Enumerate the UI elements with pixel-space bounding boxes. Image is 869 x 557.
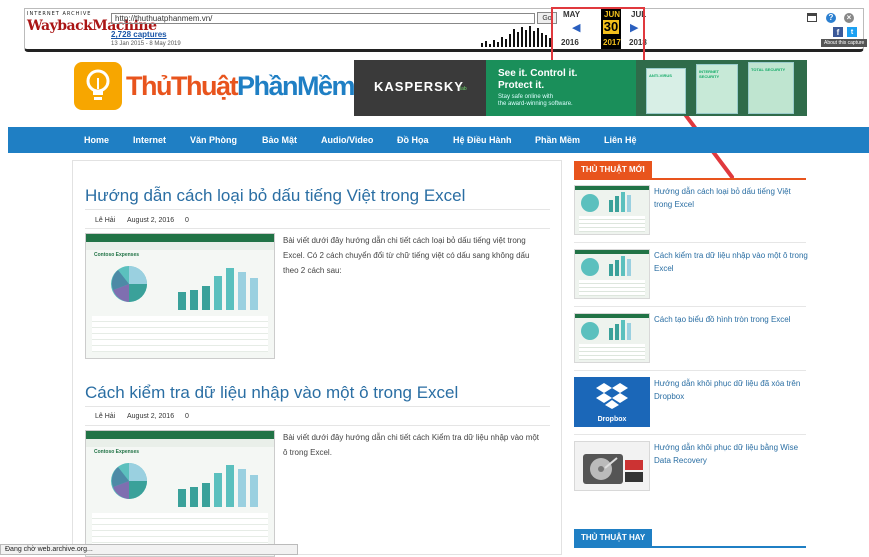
ad-products-panel: ANTI-VIRUS INTERNET SECURITY TOTAL SECUR…: [636, 60, 807, 116]
sidebar-item[interactable]: Cách tạo biểu đồ hình tròn trong Excel: [574, 313, 806, 373]
excel-data-table: [92, 316, 268, 352]
post-meta-divider: [85, 228, 550, 229]
annotation-box: [551, 7, 645, 62]
sidebar-item-divider: [574, 242, 806, 243]
ad-brand: KASPERSKY: [374, 79, 464, 94]
sidebar-item-title[interactable]: Cách tạo biểu đồ hình tròn trong Excel: [654, 313, 808, 326]
sidebar-item-divider: [574, 370, 806, 371]
nav-item-lien-he[interactable]: Liên Hệ: [604, 127, 637, 153]
sidebar-item-title[interactable]: Hướng dẫn cách loại bỏ dấu tiếng Việt tr…: [654, 185, 808, 211]
post-thumbnail[interactable]: Contoso Expenses: [85, 430, 275, 557]
wayback-url-input[interactable]: http://thuthuatphanmem.vn/: [111, 13, 535, 24]
sidebar-item[interactable]: Cách kiểm tra dữ liệu nhập vào một ô tro…: [574, 249, 808, 309]
nav-item-phan-mem[interactable]: Phần Mềm: [535, 127, 580, 153]
site-logo[interactable]: ThủThuậtPhầnMềm: [74, 62, 356, 110]
nav-item-internet[interactable]: Internet: [133, 127, 166, 153]
wayback-sparkline[interactable]: [479, 23, 553, 47]
post-title-divider: [85, 406, 550, 407]
logo-text-part2: Thuật: [170, 71, 239, 101]
post-title[interactable]: Hướng dẫn cách loại bỏ dấu tiếng Việt tr…: [85, 186, 465, 206]
excel-ribbon: [86, 234, 274, 242]
sidebar-item-title[interactable]: Hướng dẫn khôi phục dữ liệu bằng Wise Da…: [654, 441, 808, 467]
post-date: August 2, 2016: [127, 413, 175, 420]
main-content: Hướng dẫn cách loại bỏ dấu tiếng Việt tr…: [72, 160, 562, 557]
main-nav: Home Internet Văn Phòng Bảo Mật Audio/Vi…: [8, 127, 869, 153]
sidebar-heading-underline: [574, 546, 806, 548]
about-capture-label: About this capture: [824, 40, 865, 46]
nav-item-audio-video[interactable]: Audio/Video: [321, 127, 373, 153]
excel-bar-chart: [178, 268, 258, 310]
wayback-logo[interactable]: INTERNET ARCHIVE WaybackMachine: [27, 11, 157, 45]
nav-item-he-dieu-hanh[interactable]: Hệ Điều Hành: [453, 127, 512, 153]
excel-ribbon: [86, 431, 274, 439]
wayback-logo-top: INTERNET ARCHIVE: [27, 11, 92, 17]
post-comments[interactable]: 0: [185, 413, 189, 420]
ad-box-total-security: TOTAL SECURITY: [748, 62, 794, 114]
post-title[interactable]: Cách kiểm tra dữ liệu nhập vào một ô tro…: [85, 383, 458, 403]
excel-thumb-icon[interactable]: [574, 313, 650, 363]
sidebar-item[interactable]: Hướng dẫn cách loại bỏ dấu tiếng Việt tr…: [574, 185, 806, 245]
sidebar-item-title[interactable]: Cách kiểm tra dữ liệu nhập vào một ô tro…: [654, 249, 808, 275]
ad-sub-1: Stay safe online with: [498, 94, 554, 100]
site-logo-text: ThủThuậtPhầnMềm: [126, 71, 356, 102]
post-date: August 2, 2016: [127, 217, 175, 224]
excel-sheet-title: Contoso Expenses: [94, 252, 140, 258]
excel-pie-chart: [111, 266, 147, 302]
lightbulb-icon: [74, 62, 122, 110]
excel-toolbar: [86, 439, 274, 447]
post-excerpt: Bài viết dưới đây hướng dẫn chi tiết các…: [283, 236, 530, 275]
excel-pie-chart: [111, 463, 147, 499]
wayback-toolbar: INTERNET ARCHIVE WaybackMachine http://t…: [24, 8, 868, 52]
ad-headline-1: See it. Control it.: [498, 68, 578, 79]
sidebar-item-divider: [574, 306, 806, 307]
help-icon[interactable]: ?: [826, 13, 836, 23]
sidebar-heading-hot: THỦ THUẬT HAY: [574, 529, 653, 546]
excel-thumb-icon[interactable]: [574, 249, 650, 299]
twitter-icon[interactable]: t: [847, 27, 857, 37]
nav-item-van-phong[interactable]: Văn Phòng: [190, 127, 237, 153]
post-title-divider: [85, 209, 550, 210]
facebook-icon[interactable]: f: [833, 27, 843, 37]
sidebar-item-title[interactable]: Hướng dẫn khôi phục dữ liệu đã xóa trên …: [654, 377, 808, 403]
wayback-tools: ? × f t About this capture: [807, 13, 868, 47]
post-comments[interactable]: 0: [185, 217, 189, 224]
nav-item-bao-mat[interactable]: Bảo Mật: [262, 127, 297, 153]
excel-thumb-icon[interactable]: [574, 185, 650, 235]
ad-sub-2: the award-winning software.: [498, 101, 573, 107]
kaspersky-ad-banner[interactable]: KASPERSKY lab See it. Control it. Protec…: [354, 60, 807, 116]
ad-box-antivirus: ANTI-VIRUS: [646, 68, 686, 114]
post-excerpt: Bài viết dưới đây hướng dẫn chi tiết các…: [283, 433, 540, 457]
ad-box-internet-security: INTERNET SECURITY: [696, 64, 738, 114]
post-thumbnail[interactable]: Contoso Expenses: [85, 233, 275, 359]
nav-item-do-hoa[interactable]: Đồ Họa: [397, 127, 429, 153]
post-author[interactable]: Lê Hải: [95, 217, 115, 224]
excel-sheet-title: Contoso Expenses: [94, 449, 140, 455]
sidebar-item[interactable]: Dropbox Hướng dẫn khôi phục dữ liệu đã x…: [574, 377, 806, 437]
nav-item-home[interactable]: Home: [84, 127, 109, 153]
sidebar-item-divider: [574, 434, 806, 435]
wayback-captures-range: 13 Jan 2015 - 8 May 2019: [111, 41, 181, 47]
sidebar-item[interactable]: Hướng dẫn khôi phục dữ liệu bằng Wise Da…: [574, 441, 806, 501]
dropbox-thumb-label: Dropbox: [597, 416, 627, 423]
close-icon[interactable]: ×: [844, 13, 854, 23]
excel-bar-chart: [178, 465, 258, 507]
ad-brand-suffix: lab: [460, 86, 467, 92]
sidebar-heading-underline: [574, 178, 806, 180]
about-capture-button[interactable]: About this capture: [821, 39, 868, 47]
wayback-logo-main: WaybackMachine: [27, 18, 157, 34]
sidebar-heading-new: THỦ THUẬT MỚI: [574, 161, 652, 178]
browser-status-bar: Đang chờ web.archive.org...: [0, 544, 298, 555]
ad-brand-panel: KASPERSKY lab: [354, 60, 486, 116]
window-icon[interactable]: [807, 13, 817, 22]
wayback-captures-link[interactable]: 2,728 captures: [111, 30, 167, 39]
logo-text-part3: PhầnMềm: [236, 71, 356, 101]
excel-toolbar: [86, 242, 274, 250]
harddisk-thumb-icon[interactable]: [574, 441, 650, 491]
ad-headline-2: Protect it.: [498, 80, 545, 91]
dropbox-thumb-icon[interactable]: Dropbox: [574, 377, 650, 427]
ad-text-panel: See it. Control it. Protect it. Stay saf…: [486, 60, 636, 116]
logo-text-part1: Thủ: [126, 71, 172, 101]
post-meta-divider: [85, 425, 550, 426]
post-author[interactable]: Lê Hải: [95, 413, 115, 420]
